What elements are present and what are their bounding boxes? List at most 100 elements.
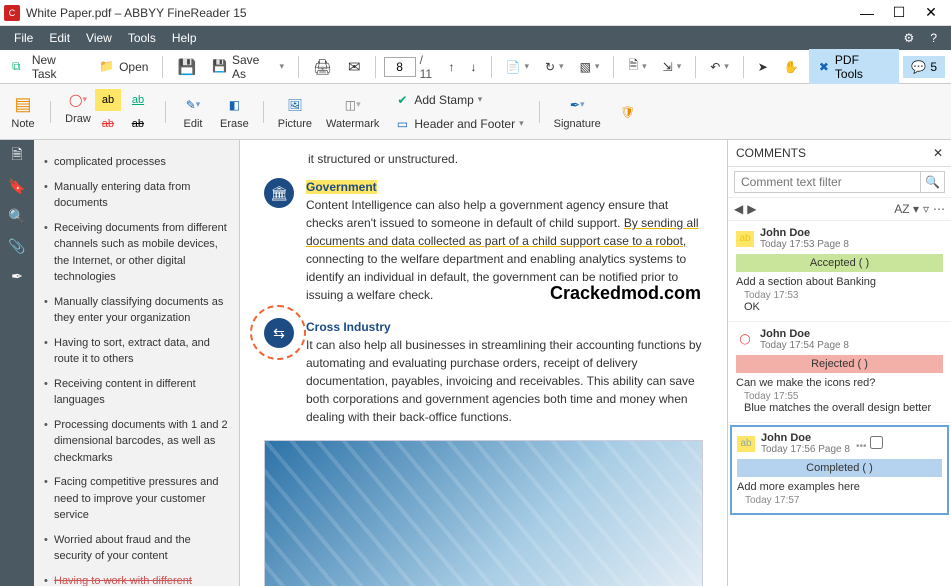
save-button[interactable]: 💾	[171, 55, 202, 79]
edit-tool[interactable]: ✎ Edit	[176, 92, 210, 132]
outline-item[interactable]: Manually classifying documents as they e…	[44, 294, 229, 327]
comment-text: Add a section about Banking	[736, 276, 943, 288]
save-as-button[interactable]: 💾 Save As	[206, 50, 290, 84]
picture-tool[interactable]: 🖼 Picture	[274, 92, 316, 132]
outline-item-struck[interactable]: Having to work with different processes,…	[44, 573, 229, 586]
government-section-icon: 🏛	[264, 178, 294, 208]
comment-item[interactable]: abJohn DoeToday 17:56 Page 8••• Complete…	[730, 425, 949, 515]
outline-item[interactable]: Manually entering data from documents	[44, 179, 229, 212]
comment-status: Rejected ( )	[736, 355, 943, 373]
pointer-tool[interactable]: ➤	[752, 57, 774, 77]
draw-tool[interactable]: ◯ ab ab Draw ab ab	[61, 87, 155, 137]
pages-tab-icon[interactable]: 🗎	[7, 146, 27, 166]
comments-tab-button[interactable]: 💬 5	[903, 56, 945, 78]
comment-menu-icon[interactable]: •••	[856, 441, 867, 452]
outline-item[interactable]: Receiving documents from different chann…	[44, 220, 229, 286]
print-button[interactable]: 🖨	[307, 55, 338, 79]
protect-tool[interactable]: 🛡	[611, 99, 645, 125]
erase-tool[interactable]: ◧ Erase	[216, 92, 253, 132]
comment-meta: Today 17:56 Page 8	[761, 444, 850, 455]
window-title: White Paper.pdf – ABBYY FineReader 15	[26, 6, 851, 20]
comment-user: John Doe	[760, 328, 849, 340]
strike-ab-icon[interactable]: ab	[125, 113, 151, 135]
reply-text: OK	[744, 301, 943, 313]
page-down-button[interactable]: ↓	[465, 57, 483, 77]
comment-next-button[interactable]: ▶	[747, 202, 756, 216]
comment-meta: Today 17:54 Page 8	[760, 340, 849, 351]
mail-button[interactable]: ✉	[342, 55, 367, 79]
note-icon: ▤	[10, 94, 36, 116]
page-number-input[interactable]	[384, 57, 416, 77]
comment-more-button[interactable]: ⋯	[933, 202, 945, 216]
stamp-icon: ✔	[394, 92, 410, 108]
comment-prev-button[interactable]: ◀	[734, 202, 743, 216]
outline-panel: complicated processes Manually entering d…	[34, 140, 240, 586]
comment-filter-button[interactable]: ▿	[923, 202, 929, 216]
settings-gear-icon[interactable]: ⚙	[896, 31, 923, 45]
document-view[interactable]: it structured or unstructured. 🏛 Governm…	[240, 140, 727, 586]
highlight-ab-icon[interactable]: ab	[95, 89, 121, 111]
new-task-button[interactable]: ⧉ New Task	[6, 50, 89, 84]
folder-icon: 📁	[99, 59, 115, 75]
comment-user: John Doe	[760, 227, 849, 239]
comment-item[interactable]: ◯John DoeToday 17:54 Page 8Rejected ( )C…	[728, 322, 951, 423]
outline-item[interactable]: complicated processes	[44, 154, 229, 171]
comment-search-button[interactable]: 🔍	[921, 171, 945, 193]
signature-icon: ✒	[564, 94, 590, 116]
header-footer-button[interactable]: ▭ Header and Footer	[389, 113, 528, 135]
comment-icon: 💬	[911, 60, 926, 74]
outline-item[interactable]: Worried about fraud and the security of …	[44, 532, 229, 565]
menu-edit[interactable]: Edit	[41, 31, 78, 45]
menu-help[interactable]: Help	[164, 31, 205, 45]
page-up-button[interactable]: ↑	[443, 57, 461, 77]
strike-red-ab-icon[interactable]: ab	[95, 113, 121, 135]
reply-meta: Today 17:53	[744, 290, 943, 301]
draw-circle-icon[interactable]: ◯	[65, 89, 91, 111]
pdf-tools-button[interactable]: ✖ PDF Tools	[809, 49, 900, 85]
add-page-button[interactable]: 📄	[500, 57, 535, 77]
help-icon[interactable]: ?	[922, 31, 945, 45]
minimize-button[interactable]: —	[851, 3, 883, 23]
document-image	[264, 440, 703, 586]
hand-tool[interactable]: ✋	[778, 57, 805, 77]
header-footer-icon: ▭	[394, 116, 410, 132]
search-tab-icon[interactable]: 🔍	[7, 206, 27, 226]
reply-meta: Today 17:57	[745, 495, 942, 506]
outline-item[interactable]: Facing competitive pressures and need to…	[44, 474, 229, 524]
attachments-tab-icon[interactable]: 📎	[7, 236, 27, 256]
open-button[interactable]: 📁 Open	[93, 56, 154, 78]
menu-file[interactable]: File	[6, 31, 41, 45]
comment-item[interactable]: abJohn DoeToday 17:53 Page 8Accepted ( )…	[728, 221, 951, 322]
comment-type-icon: ab	[737, 436, 755, 452]
comment-text: Add more examples here	[737, 481, 942, 493]
outline-item[interactable]: Receiving content in different languages	[44, 376, 229, 409]
comments-close-icon[interactable]: ✕	[933, 146, 943, 160]
signature-tab-icon[interactable]: ✒	[7, 266, 27, 286]
watermark-tool[interactable]: ◫ Watermark	[322, 92, 383, 132]
export-button[interactable]: ⇲	[657, 57, 688, 77]
crop-button[interactable]: ▧	[574, 57, 606, 77]
menu-tools[interactable]: Tools	[120, 31, 164, 45]
outline-item[interactable]: Having to sort, extract data, and route …	[44, 335, 229, 368]
rotate-button[interactable]: ↻	[539, 57, 570, 77]
comment-checkbox[interactable]	[870, 436, 883, 449]
shield-icon: 🛡	[615, 101, 641, 123]
app-logo: C	[4, 5, 20, 21]
ocr-button[interactable]: 🗎	[622, 53, 652, 80]
watermark-text: Crackedmod.com	[550, 280, 701, 307]
menu-view[interactable]: View	[78, 31, 120, 45]
undo-button[interactable]: ↶	[704, 57, 735, 77]
comment-sort-button[interactable]: AZ ▾	[894, 202, 919, 216]
cross-heading: Cross Industry	[306, 318, 703, 336]
underline-ab-icon[interactable]: ab	[125, 89, 151, 111]
maximize-button[interactable]: ☐	[883, 3, 915, 23]
outline-item[interactable]: Processing documents with 1 and 2 dimens…	[44, 417, 229, 467]
signature-tool[interactable]: ✒ Signature	[550, 92, 605, 132]
doc-intro-tail: it structured or unstructured.	[308, 150, 703, 168]
comment-type-icon: ab	[736, 231, 754, 247]
comment-filter-input[interactable]	[734, 171, 921, 193]
note-tool[interactable]: ▤ Note	[6, 92, 40, 132]
bookmarks-tab-icon[interactable]: 🔖	[7, 176, 27, 196]
close-button[interactable]: ✕	[915, 3, 947, 23]
add-stamp-button[interactable]: ✔ Add Stamp	[389, 89, 528, 111]
